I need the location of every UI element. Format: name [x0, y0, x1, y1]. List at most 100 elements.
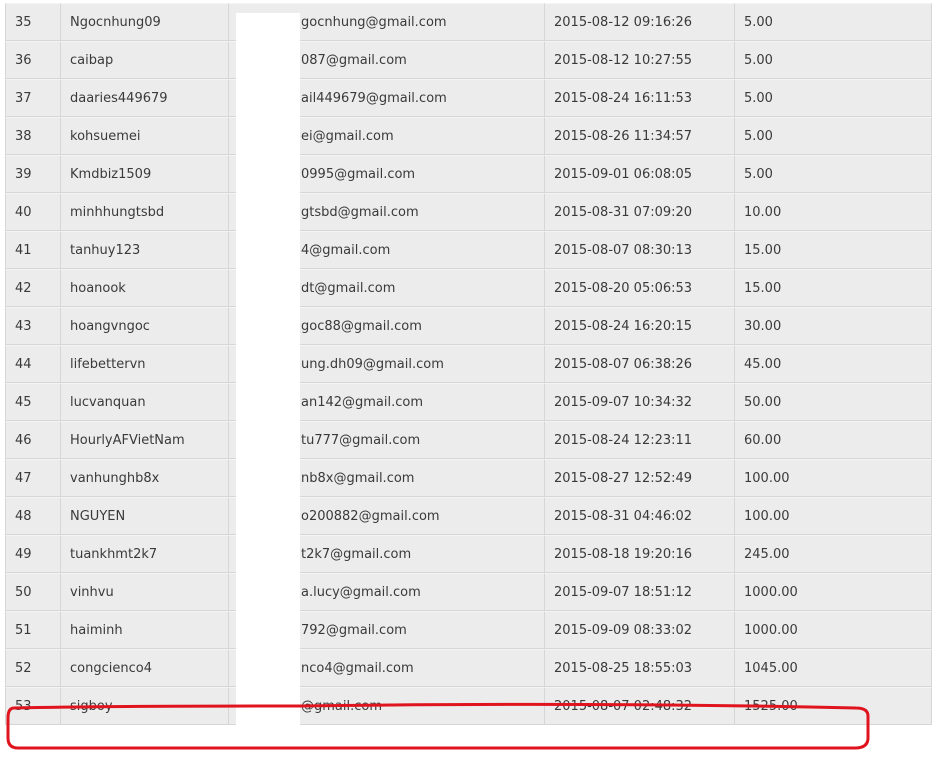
date-cell: 2015-08-12 09:16:26 — [545, 3, 735, 41]
amount-cell: 30.00 — [735, 307, 932, 345]
table-row: 51 haiminh 792@gmail.com 2015-09-09 08:33:0… — [5, 611, 932, 649]
amount-cell: 5.00 — [735, 3, 932, 41]
table-row: 43 hoangvngoc goc88@gmail.com 2015-08-24 16… — [5, 307, 932, 345]
redaction-block — [236, 13, 300, 738]
amount-cell: 1000.00 — [735, 573, 932, 611]
amount-cell: 100.00 — [735, 459, 932, 497]
username-cell: haiminh — [61, 611, 229, 649]
date-cell: 2015-08-20 05:06:53 — [545, 269, 735, 307]
rank-cell: 36 — [5, 41, 61, 79]
table-row: 48 NGUYEN o200882@gmail.com 2015-08-31 04:4… — [5, 497, 932, 535]
rank-cell: 37 — [5, 79, 61, 117]
page-footer-gap — [0, 746, 940, 760]
username-cell: kohsuemei — [61, 117, 229, 155]
username-cell: hoangvngoc — [61, 307, 229, 345]
rank-cell: 38 — [5, 117, 61, 155]
rank-cell: 41 — [5, 231, 61, 269]
rank-cell: 35 — [5, 3, 61, 41]
amount-cell: 60.00 — [735, 421, 932, 459]
amount-cell: 1045.00 — [735, 649, 932, 687]
table-row: 41 tanhuy123 4@gmail.com 2015-08-07 08:30:1… — [5, 231, 932, 269]
table-row: 45 lucvanquan an142@gmail.com 2015-09-07 10… — [5, 383, 932, 421]
leaderboard-body: 35 Ngocnhung09 gocnhung@gmail.com 2015-08-1… — [5, 3, 932, 725]
date-cell: 2015-09-07 10:34:32 — [545, 383, 735, 421]
table-row: 53 sigboy @gmail.com 2015-08-07 02:48:32 152… — [5, 687, 932, 725]
date-cell: 2015-09-09 08:33:02 — [545, 611, 735, 649]
table-row: 47 vanhunghb8x nb8x@gmail.com 2015-08-27 12… — [5, 459, 932, 497]
rank-cell: 47 — [5, 459, 61, 497]
rank-cell: 44 — [5, 345, 61, 383]
amount-cell: 5.00 — [735, 79, 932, 117]
amount-cell: 10.00 — [735, 193, 932, 231]
rank-cell: 49 — [5, 535, 61, 573]
date-cell: 2015-08-24 12:23:11 — [545, 421, 735, 459]
amount-cell: 1525.00 — [735, 687, 932, 725]
table-row: 44 lifebettervn ung.dh09@gmail.com 2015-08-… — [5, 345, 932, 383]
username-cell: hoanook — [61, 269, 229, 307]
rank-cell: 42 — [5, 269, 61, 307]
rank-cell: 53 — [5, 687, 61, 725]
username-cell: Ngocnhung09 — [61, 3, 229, 41]
amount-cell: 1000.00 — [735, 611, 932, 649]
table-row: 38 kohsuemei ei@gmail.com 2015-08-26 11:34:… — [5, 117, 932, 155]
amount-cell: 5.00 — [735, 155, 932, 193]
rank-cell: 51 — [5, 611, 61, 649]
table-row: 35 Ngocnhung09 gocnhung@gmail.com 2015-08-1… — [5, 3, 932, 41]
date-cell: 2015-08-07 08:30:13 — [545, 231, 735, 269]
username-cell: daaries449679 — [61, 79, 229, 117]
username-cell: lucvanquan — [61, 383, 229, 421]
date-cell: 2015-08-24 16:11:53 — [545, 79, 735, 117]
rank-cell: 39 — [5, 155, 61, 193]
amount-cell: 50.00 — [735, 383, 932, 421]
username-cell: caibap — [61, 41, 229, 79]
table-row: 36 caibap 087@gmail.com 2015-08-12 10:27:55… — [5, 41, 932, 79]
leaderboard-screen: 35 Ngocnhung09 gocnhung@gmail.com 2015-08-1… — [0, 0, 940, 760]
rank-cell: 48 — [5, 497, 61, 535]
amount-cell: 15.00 — [735, 231, 932, 269]
rank-cell: 45 — [5, 383, 61, 421]
username-cell: vanhunghb8x — [61, 459, 229, 497]
table-row: 46 HourlyAFVietNam tu777@gmail.com 2015-08-… — [5, 421, 932, 459]
username-cell: HourlyAFVietNam — [61, 421, 229, 459]
username-cell: vinhvu — [61, 573, 229, 611]
date-cell: 2015-08-18 19:20:16 — [545, 535, 735, 573]
leaderboard-table: 35 Ngocnhung09 gocnhung@gmail.com 2015-08-1… — [5, 3, 932, 725]
date-cell: 2015-09-07 18:51:12 — [545, 573, 735, 611]
amount-cell: 45.00 — [735, 345, 932, 383]
amount-cell: 5.00 — [735, 41, 932, 79]
amount-cell: 15.00 — [735, 269, 932, 307]
date-cell: 2015-08-27 12:52:49 — [545, 459, 735, 497]
date-cell: 2015-09-01 06:08:05 — [545, 155, 735, 193]
username-cell: tuankhmt2k7 — [61, 535, 229, 573]
table-row: 52 congcienco4 nco4@gmail.com 2015-08-25 18… — [5, 649, 932, 687]
rank-cell: 46 — [5, 421, 61, 459]
username-cell: minhhungtsbd — [61, 193, 229, 231]
date-cell: 2015-08-25 18:55:03 — [545, 649, 735, 687]
date-cell: 2015-08-31 07:09:20 — [545, 193, 735, 231]
username-cell: sigboy — [61, 687, 229, 725]
date-cell: 2015-08-31 04:46:02 — [545, 497, 735, 535]
date-cell: 2015-08-12 10:27:55 — [545, 41, 735, 79]
username-cell: Kmdbiz1509 — [61, 155, 229, 193]
table-row: 42 hoanook dt@gmail.com 2015-08-20 05:06:53… — [5, 269, 932, 307]
date-cell: 2015-08-26 11:34:57 — [545, 117, 735, 155]
table-row: 40 minhhungtsbd gtsbd@gmail.com 2015-08-31 … — [5, 193, 932, 231]
amount-cell: 100.00 — [735, 497, 932, 535]
table-row: 49 tuankhmt2k7 t2k7@gmail.com 2015-08-18 19… — [5, 535, 932, 573]
username-cell: congcienco4 — [61, 649, 229, 687]
table-row: 50 vinhvu a.lucy@gmail.com 2015-09-07 18:51… — [5, 573, 932, 611]
username-cell: lifebettervn — [61, 345, 229, 383]
rank-cell: 50 — [5, 573, 61, 611]
date-cell: 2015-08-07 06:38:26 — [545, 345, 735, 383]
date-cell: 2015-08-07 02:48:32 — [545, 687, 735, 725]
username-cell: tanhuy123 — [61, 231, 229, 269]
rank-cell: 52 — [5, 649, 61, 687]
rank-cell: 43 — [5, 307, 61, 345]
table-row: 39 Kmdbiz1509 0995@gmail.com 2015-09-01 06:… — [5, 155, 932, 193]
amount-cell: 245.00 — [735, 535, 932, 573]
table-row: 37 daaries449679 ail449679@gmail.com 2015-0… — [5, 79, 932, 117]
rank-cell: 40 — [5, 193, 61, 231]
date-cell: 2015-08-24 16:20:15 — [545, 307, 735, 345]
amount-cell: 5.00 — [735, 117, 932, 155]
username-cell: NGUYEN — [61, 497, 229, 535]
